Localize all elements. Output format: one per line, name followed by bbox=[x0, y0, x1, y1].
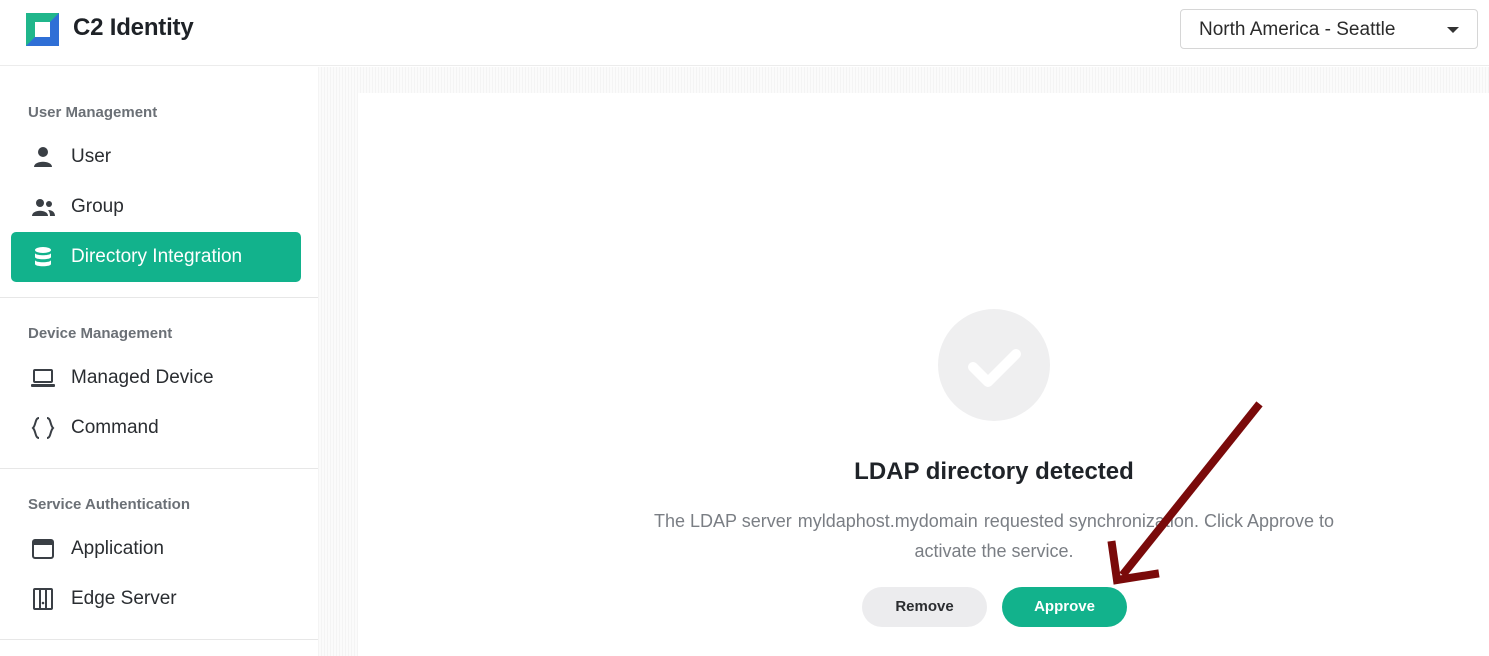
sidebar-item-edge-server[interactable]: Edge Server bbox=[11, 574, 301, 624]
app-window-icon bbox=[32, 539, 54, 559]
sidebar-item-label: Group bbox=[71, 196, 124, 217]
top-header: C2 Identity North America - Seattle bbox=[0, 0, 1489, 66]
group-icon bbox=[32, 199, 55, 216]
status-indicator bbox=[938, 309, 1050, 421]
content-background bbox=[318, 67, 358, 656]
ldap-host: myldaphost.mydomain bbox=[797, 511, 978, 531]
section-title-service-authentication: Service Authentication bbox=[28, 496, 190, 513]
sidebar-item-directory-integration[interactable]: Directory Integration bbox=[11, 232, 301, 282]
braces-icon bbox=[31, 417, 55, 439]
remove-button[interactable]: Remove bbox=[862, 587, 987, 627]
database-icon bbox=[35, 247, 51, 267]
description-prefix: The LDAP server bbox=[653, 511, 792, 531]
sidebar-divider bbox=[0, 468, 318, 469]
chevron-down-icon bbox=[1447, 27, 1459, 33]
approve-button[interactable]: Approve bbox=[1002, 587, 1127, 627]
section-title-user-management: User Management bbox=[28, 104, 158, 121]
sidebar-item-group[interactable]: Group bbox=[11, 182, 301, 232]
sidebar-item-label: Managed Device bbox=[71, 367, 214, 388]
sidebar-item-managed-device[interactable]: Managed Device bbox=[11, 353, 301, 403]
description: The LDAP server myldaphost.mydomain reques… bbox=[614, 506, 1374, 566]
description-line2: activate the service. bbox=[914, 541, 1074, 561]
content-background bbox=[318, 67, 1489, 93]
sidebar: User Management User Group Directory Int… bbox=[0, 67, 318, 656]
laptop-icon bbox=[31, 369, 55, 387]
user-icon bbox=[34, 147, 52, 167]
checkmark-icon bbox=[968, 349, 1021, 387]
sidebar-divider bbox=[0, 639, 318, 640]
server-icon bbox=[33, 588, 53, 610]
region-select[interactable]: North America - Seattle bbox=[1180, 9, 1478, 49]
sidebar-item-user[interactable]: User bbox=[11, 132, 301, 182]
sidebar-item-label: Command bbox=[71, 417, 159, 438]
page-title: LDAP directory detected bbox=[854, 458, 1134, 485]
section-title-device-management: Device Management bbox=[28, 325, 173, 342]
main-content-panel bbox=[358, 93, 1489, 656]
c2-identity-logo-icon bbox=[26, 13, 59, 46]
sidebar-item-command[interactable]: Command bbox=[11, 403, 301, 453]
region-select-value: North America - Seattle bbox=[1199, 19, 1396, 40]
sidebar-item-label: User bbox=[71, 146, 112, 167]
sidebar-item-application[interactable]: Application bbox=[11, 524, 301, 574]
sidebar-divider bbox=[0, 297, 318, 298]
sidebar-item-label: Directory Integration bbox=[71, 246, 243, 267]
sidebar-item-label: Edge Server bbox=[71, 588, 177, 609]
description-suffix: requested synchronization. Click Approve… bbox=[983, 511, 1335, 531]
app-title: C2 Identity bbox=[73, 14, 194, 41]
sidebar-item-label: Application bbox=[71, 538, 164, 559]
